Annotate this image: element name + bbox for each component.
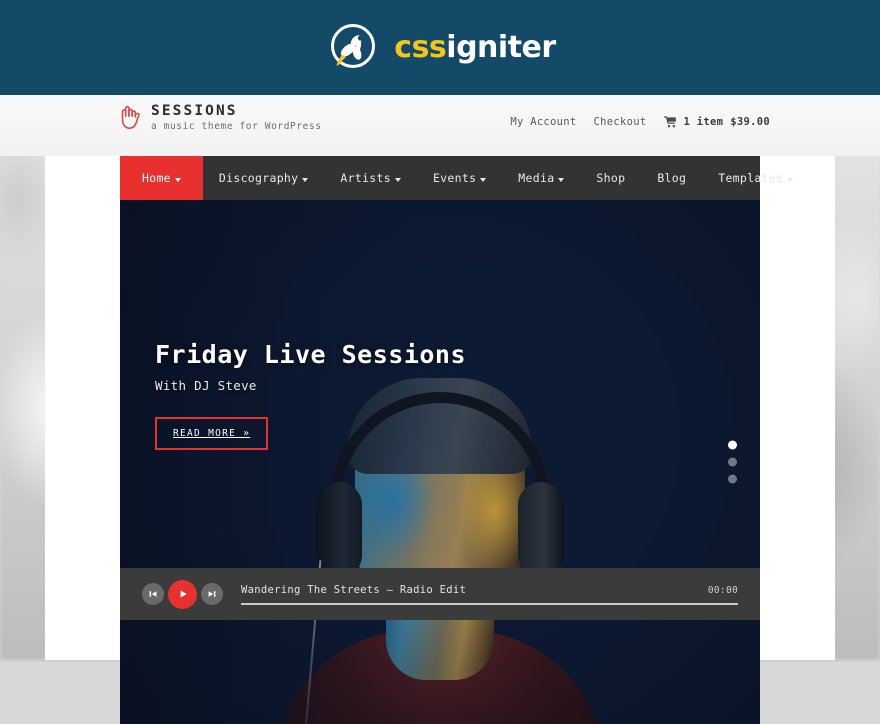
nav-item-events[interactable]: Events bbox=[417, 156, 502, 200]
nav-item-label: Templates bbox=[718, 171, 784, 185]
rock-hand-icon bbox=[118, 104, 142, 132]
read-more-button[interactable]: READ MORE » bbox=[155, 417, 269, 450]
nav-item-label: Home bbox=[142, 171, 171, 185]
nav-item-label: Events bbox=[432, 171, 477, 185]
player-controls bbox=[142, 579, 223, 609]
nav-item-artists[interactable]: Artists bbox=[324, 156, 417, 200]
utility-nav: My Account Checkout 1 item $39.00 bbox=[510, 116, 770, 128]
skip-next-icon[interactable] bbox=[201, 583, 223, 605]
brand-igniter: igniter bbox=[446, 30, 556, 65]
slider-dot-1[interactable] bbox=[728, 440, 737, 450]
hero-caption: Friday Live Sessions With DJ Steve READ … bbox=[155, 340, 466, 450]
site-logo[interactable]: SESSIONS a music theme for WordPress bbox=[118, 103, 322, 132]
slider-dot-3[interactable] bbox=[728, 474, 737, 484]
shopping-cart-icon bbox=[663, 116, 677, 128]
site-title: SESSIONS bbox=[151, 103, 238, 119]
nav-item-label: Artists bbox=[340, 171, 391, 185]
site-header: SESSIONS a music theme for WordPress My … bbox=[0, 95, 880, 156]
nav-item-templates[interactable]: Templates bbox=[702, 156, 809, 200]
nav-item-label: Discography bbox=[218, 171, 299, 185]
chevron-down-icon bbox=[174, 177, 181, 182]
track-title: Wandering The Streets – Radio Edit bbox=[241, 583, 467, 596]
nav-item-label: Shop bbox=[596, 171, 626, 185]
slider-dots bbox=[728, 440, 737, 484]
nav-item-discography[interactable]: Discography bbox=[203, 156, 324, 200]
my-account-link[interactable]: My Account bbox=[510, 116, 576, 128]
player-track-info: Wandering The Streets – Radio Edit 00:00 bbox=[241, 584, 738, 605]
nav-item-media[interactable]: Media bbox=[502, 156, 580, 200]
site-tagline: a music theme for WordPress bbox=[151, 121, 322, 133]
audio-player: Wandering The Streets – Radio Edit 00:00 bbox=[120, 568, 760, 620]
checkout-link[interactable]: Checkout bbox=[594, 116, 647, 128]
chevron-down-icon bbox=[787, 177, 794, 182]
nav-item-home[interactable]: Home bbox=[120, 156, 203, 200]
nav-item-blog[interactable]: Blog bbox=[641, 156, 702, 200]
skip-previous-icon[interactable] bbox=[142, 583, 164, 605]
chevron-down-icon bbox=[302, 177, 309, 182]
track-time: 00:00 bbox=[707, 584, 738, 596]
cart-total: $39.00 bbox=[730, 116, 770, 128]
cssigniter-topbar: cssigniter bbox=[0, 0, 880, 95]
rocket-in-circle-icon bbox=[324, 19, 382, 77]
brand-wordmark: cssigniter bbox=[394, 30, 556, 65]
chevron-down-icon bbox=[558, 177, 565, 182]
hero-slider: Friday Live Sessions With DJ Steve READ … bbox=[120, 200, 760, 724]
play-icon[interactable] bbox=[168, 579, 197, 609]
hero-title: Friday Live Sessions bbox=[155, 340, 467, 369]
hero-overlay bbox=[120, 200, 760, 724]
nav-item-label: Media bbox=[518, 171, 555, 185]
cart-summary[interactable]: 1 item $39.00 bbox=[663, 116, 770, 128]
cssigniter-brand[interactable]: cssigniter bbox=[324, 19, 556, 77]
main-navigation: Home Discography Artists Events Media Sh… bbox=[120, 156, 794, 200]
hero-subtitle: With DJ Steve bbox=[155, 378, 257, 393]
chevron-down-icon bbox=[394, 177, 401, 182]
slider-dot-2[interactable] bbox=[728, 457, 737, 467]
brand-css: css bbox=[394, 30, 447, 65]
content-card: Home Discography Artists Events Media Sh… bbox=[45, 156, 835, 724]
nav-item-label: Blog bbox=[657, 171, 687, 185]
chevron-down-icon bbox=[480, 177, 487, 182]
progress-bar[interactable] bbox=[241, 602, 738, 605]
cart-item-count: 1 item bbox=[683, 116, 724, 128]
nav-item-shop[interactable]: Shop bbox=[580, 156, 641, 200]
